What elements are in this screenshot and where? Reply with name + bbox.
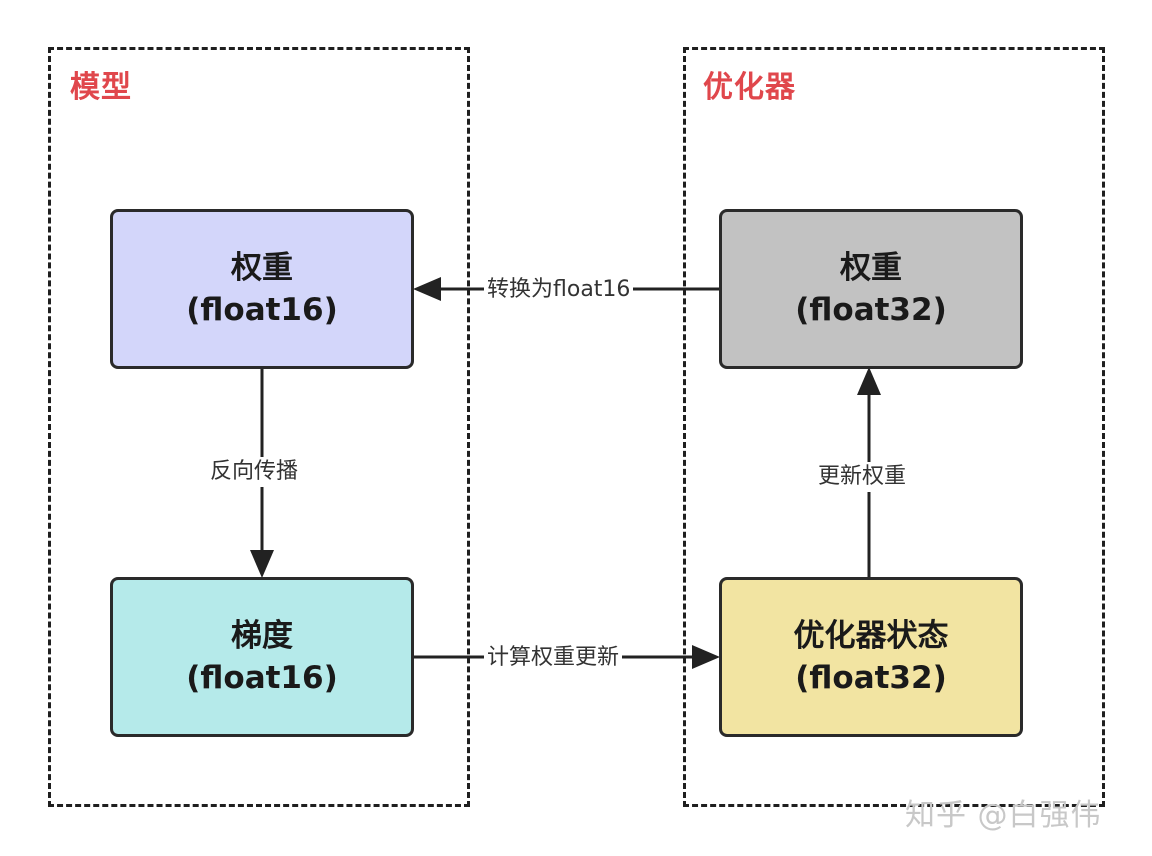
optimizer-state-fp32-dtype: (float32)	[795, 660, 947, 696]
edge-backprop-arrowhead	[250, 550, 274, 578]
optimizer-state-fp32-node: 优化器状态 (float32)	[719, 577, 1023, 737]
weight-fp32-node: 权重 (float32)	[719, 209, 1023, 369]
edge-compute-update-label: 计算权重更新	[484, 643, 623, 673]
watermark: 知乎 @白强伟	[905, 798, 1102, 833]
weight-fp32-title: 权重	[840, 250, 902, 286]
edge-convert-arrowhead	[413, 277, 441, 301]
edge-convert-label: 转换为float16	[484, 275, 634, 305]
optimizer-state-fp32-title: 优化器状态	[793, 618, 949, 654]
weight-fp16-node: 权重 (float16)	[110, 209, 414, 369]
edge-backprop-label: 反向传播	[207, 457, 302, 487]
gradient-fp16-title: 梯度	[231, 618, 293, 654]
weight-fp16-dtype: (float16)	[186, 292, 338, 328]
edge-compute-update-arrowhead	[692, 645, 720, 669]
gradient-fp16-node: 梯度 (float16)	[110, 577, 414, 737]
edge-update-weight-arrowhead	[857, 367, 881, 395]
weight-fp32-dtype: (float32)	[795, 292, 947, 328]
edge-update-weight-label: 更新权重	[815, 462, 910, 492]
weight-fp16-title: 权重	[231, 250, 293, 286]
gradient-fp16-dtype: (float16)	[186, 660, 338, 696]
